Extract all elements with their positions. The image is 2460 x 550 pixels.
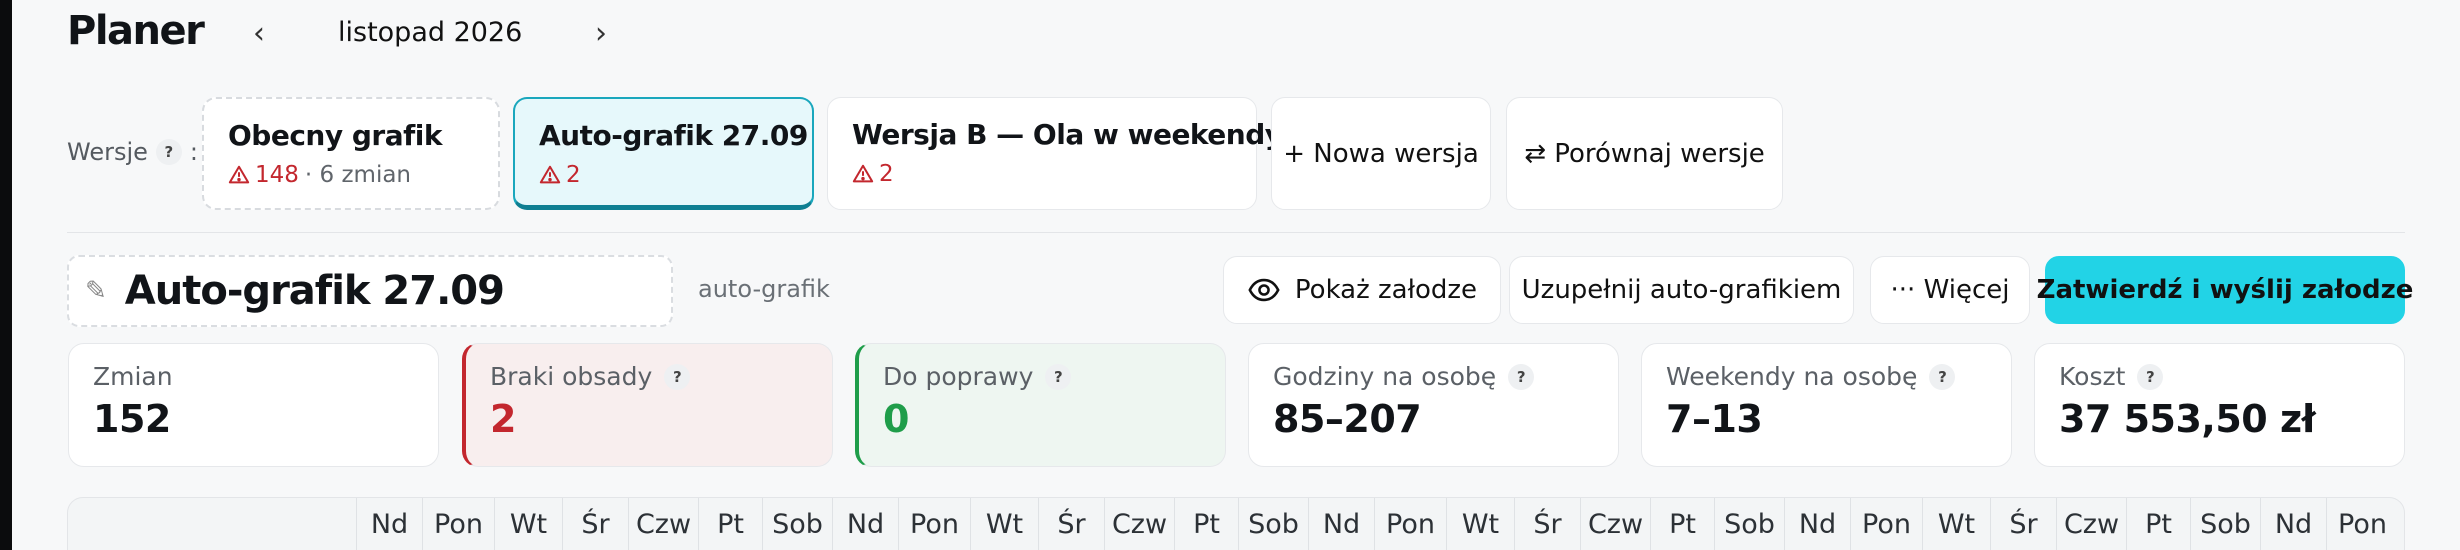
calendar-day-header: Wt — [1446, 498, 1514, 550]
new-version-button[interactable]: + Nowa wersja — [1271, 97, 1491, 210]
help-icon[interactable]: ? — [155, 139, 182, 165]
preview-button[interactable]: Pokaż załodze — [1223, 256, 1501, 324]
stat-card-to-fix[interactable]: Do poprawy? 0 — [855, 343, 1226, 467]
window-edge — [0, 0, 12, 550]
divider — [67, 232, 2405, 233]
calendar-day-header: Pt — [2126, 498, 2190, 550]
more-button[interactable]: ··· Więcej — [1870, 256, 2030, 324]
compare-versions-button[interactable]: ⇄ Porównaj wersje — [1506, 97, 1783, 210]
version-title: Wersja B — Ola w weekendy — [852, 118, 1283, 151]
versions-label-text: Wersje — [67, 138, 148, 166]
calendar-day-header: Nd — [1308, 498, 1374, 550]
help-icon[interactable]: ? — [2137, 363, 2164, 390]
versions-label: Wersje ? : — [67, 138, 198, 166]
stat-value: 7–13 — [1666, 397, 1763, 441]
stat-card-weekends-per-person: Weekendy na osobę? 7–13 — [1641, 343, 2012, 467]
stat-value: 2 — [490, 397, 516, 441]
stat-value: 0 — [883, 397, 909, 441]
calendar-day-header: Pt — [1650, 498, 1714, 550]
calendar-day-header: Czw — [628, 498, 698, 550]
pencil-icon: ✎ — [85, 276, 107, 306]
calendar-day-header: Nd — [2260, 498, 2326, 550]
stat-label: Braki obsady — [490, 362, 653, 391]
calendar-day-header: Pon — [2326, 498, 2398, 550]
warning-triangle-icon — [539, 165, 561, 184]
eye-icon — [1248, 278, 1280, 302]
warning-triangle-icon — [228, 165, 250, 184]
confirm-send-button[interactable]: Zatwierdź i wyślij załodze — [2037, 256, 2413, 324]
stat-value: 85–207 — [1273, 397, 1422, 441]
stat-label: Koszt — [2059, 362, 2126, 391]
version-title: Obecny grafik — [228, 119, 443, 152]
help-icon[interactable]: ? — [1508, 363, 1535, 390]
calendar-day-header: Wt — [970, 498, 1038, 550]
versions-colon: : — [189, 138, 198, 166]
stat-value: 37 553,50 zł — [2059, 397, 2316, 441]
warning-badge: 148 — [228, 162, 299, 188]
help-icon[interactable]: ? — [1045, 363, 1072, 390]
calendar-day-header: Sob — [2190, 498, 2260, 550]
calendar-day-header: Czw — [1580, 498, 1650, 550]
help-icon[interactable]: ? — [664, 363, 691, 390]
chevron-left-icon[interactable]: ‹ — [244, 16, 274, 51]
preview-label: Pokaż załodze — [1294, 275, 1478, 305]
calendar-day-header: Wt — [1922, 498, 1990, 550]
schedule-name: Auto-grafik 27.09 — [124, 268, 505, 314]
calendar-day-header: Pon — [898, 498, 970, 550]
calendar-day-header: Czw — [2056, 498, 2126, 550]
stat-card-shifts: Zmian 152 — [68, 343, 439, 467]
calendar-grid: Nd Pon Wt Śr Czw Pt Sob Nd Pon Wt Śr Czw Pt Sob Nd Pon W… — [67, 497, 2405, 550]
fill-auto-button[interactable]: Uzupełnij auto-grafikiem — [1509, 256, 1854, 324]
calendar-day-header: Pon — [1850, 498, 1922, 550]
calendar-day-header: Nd — [832, 498, 898, 550]
calendar-day-header: Nd — [1784, 498, 1850, 550]
stat-card-cost: Koszt? 37 553,50 zł — [2034, 343, 2405, 467]
calendar-day-header: Śr — [1990, 498, 2056, 550]
warning-badge: 2 — [852, 161, 894, 187]
chevron-right-icon[interactable]: › — [586, 16, 616, 51]
warning-count: 2 — [566, 162, 581, 188]
page-title: Planer — [67, 8, 205, 54]
calendar-day-header: Sob — [762, 498, 832, 550]
calendar-day-header: Śr — [1038, 498, 1104, 550]
stat-label: Do poprawy — [883, 362, 1034, 391]
month-label: listopad 2026 — [338, 17, 523, 48]
schedule-tag: auto-grafik — [698, 275, 830, 303]
calendar-day-header: Pon — [422, 498, 494, 550]
shift-count: · 6 zmian — [304, 162, 412, 188]
calendar-day-header: Sob — [1238, 498, 1308, 550]
warning-count: 2 — [879, 161, 894, 187]
calendar-day-header: Śr — [1514, 498, 1580, 550]
stat-value: 152 — [93, 397, 171, 441]
version-card-auto[interactable]: Auto-grafik 27.09 2 — [513, 97, 814, 210]
stat-card-staffing-gaps[interactable]: Braki obsady? 2 — [462, 343, 833, 467]
calendar-day-header: Pon — [1374, 498, 1446, 550]
warning-count: 148 — [255, 162, 299, 188]
version-card-current[interactable]: Obecny grafik 148 · 6 zmian — [202, 97, 500, 210]
stat-label: Godziny na osobę — [1273, 362, 1497, 391]
calendar-day-header: Czw — [1104, 498, 1174, 550]
calendar-day-header: Śr — [562, 498, 628, 550]
stat-label: Zmian — [93, 362, 173, 391]
calendar-day-header: Nd — [356, 498, 422, 550]
version-title: Auto-grafik 27.09 — [539, 119, 808, 152]
stat-label: Weekendy na osobę — [1666, 362, 1918, 391]
calendar-day-header: Pt — [1174, 498, 1238, 550]
schedule-name-field[interactable]: ✎ Auto-grafik 27.09 — [67, 255, 673, 327]
stat-card-hours-per-person: Godziny na osobę? 85–207 — [1248, 343, 1619, 467]
version-card-b[interactable]: Wersja B — Ola w weekendy 2 — [827, 97, 1283, 210]
calendar-day-header: Pt — [698, 498, 762, 550]
calendar-day-header: Sob — [1714, 498, 1784, 550]
calendar-day-headers: Nd Pon Wt Śr Czw Pt Sob Nd Pon Wt Śr Czw Pt Sob Nd Pon W… — [356, 498, 2398, 550]
warning-triangle-icon — [852, 164, 874, 183]
help-icon[interactable]: ? — [1929, 363, 1956, 390]
calendar-day-header: Wt — [494, 498, 562, 550]
warning-badge: 2 — [539, 162, 581, 188]
